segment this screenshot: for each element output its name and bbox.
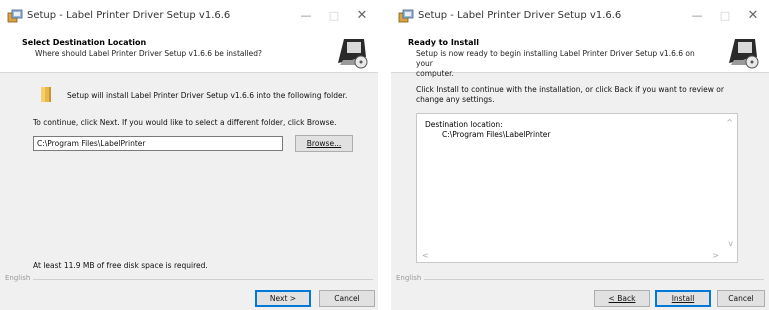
scroll-down-icon[interactable]: v (728, 239, 733, 248)
header-title: Ready to Install (408, 38, 479, 47)
browse-label: Browse... (306, 139, 342, 148)
header-subtitle: Setup is now ready to begin installing L… (416, 49, 706, 79)
next-button[interactable]: Next > (255, 290, 311, 307)
install-label: Install (671, 294, 695, 303)
cancel-button[interactable]: Cancel (717, 290, 765, 307)
back-button[interactable]: < Back (594, 290, 650, 307)
footer-divider (396, 279, 764, 280)
header-title: Select Destination Location (22, 38, 147, 47)
wizard-computer-icon (334, 33, 370, 69)
wizard-computer-icon (725, 33, 761, 69)
close-button[interactable]: ✕ (352, 8, 372, 24)
header-subtitle-line-2: computer. (416, 69, 454, 78)
title-bar[interactable]: Setup - Label Printer Driver Setup v1.6.… (391, 0, 769, 32)
maximize-button[interactable]: □ (324, 8, 344, 24)
footer-divider (5, 279, 373, 280)
language-label: English (396, 274, 425, 282)
browse-button[interactable]: Browse... (295, 135, 353, 152)
install-button[interactable]: Install (655, 290, 711, 307)
window-title: Setup - Label Printer Driver Setup v1.6.… (27, 10, 231, 21)
header-subtitle-line-1: Setup is now ready to begin installing L… (416, 49, 695, 68)
setup-window-ready-to-install: Setup - Label Printer Driver Setup v1.6.… (391, 0, 769, 310)
folder-icon (41, 87, 51, 102)
minimize-button[interactable]: — (296, 8, 316, 24)
close-button[interactable]: ✕ (743, 8, 763, 24)
destination-location-value: C:\Program Files\LabelPrinter (442, 130, 551, 139)
setup-window-select-destination: Setup - Label Printer Driver Setup v1.6.… (0, 0, 378, 310)
wizard-header: Ready to Install Setup is now ready to b… (391, 32, 769, 78)
setup-app-icon (398, 9, 414, 23)
setup-app-icon (7, 9, 23, 23)
instruction-line-1: Click Install to continue with the insta… (416, 85, 724, 94)
ready-memo-box[interactable]: Destination location: C:\Program Files\L… (416, 113, 738, 263)
maximize-button[interactable]: □ (715, 8, 735, 24)
destination-path-input[interactable] (33, 136, 283, 151)
disk-space-text: At least 11.9 MB of free disk space is r… (33, 261, 208, 270)
destination-location-label: Destination location: (425, 120, 503, 129)
back-label: < Back (608, 294, 636, 303)
language-label: English (5, 274, 34, 282)
cancel-button[interactable]: Cancel (319, 290, 375, 307)
header-subtitle: Where should Label Printer Driver Setup … (35, 49, 263, 58)
scroll-left-icon[interactable]: < (422, 251, 429, 260)
scroll-up-icon[interactable]: ^ (726, 118, 733, 127)
continue-instructions: To continue, click Next. If you would li… (33, 118, 337, 127)
instruction-line-2: change any settings. (416, 95, 495, 104)
wizard-header: Select Destination Location Where should… (0, 32, 378, 73)
window-title: Setup - Label Printer Driver Setup v1.6.… (418, 10, 622, 21)
install-folder-text: Setup will install Label Printer Driver … (67, 91, 348, 100)
minimize-button[interactable]: — (687, 8, 707, 24)
title-bar[interactable]: Setup - Label Printer Driver Setup v1.6.… (0, 0, 378, 32)
scroll-right-icon[interactable]: > (712, 251, 719, 260)
